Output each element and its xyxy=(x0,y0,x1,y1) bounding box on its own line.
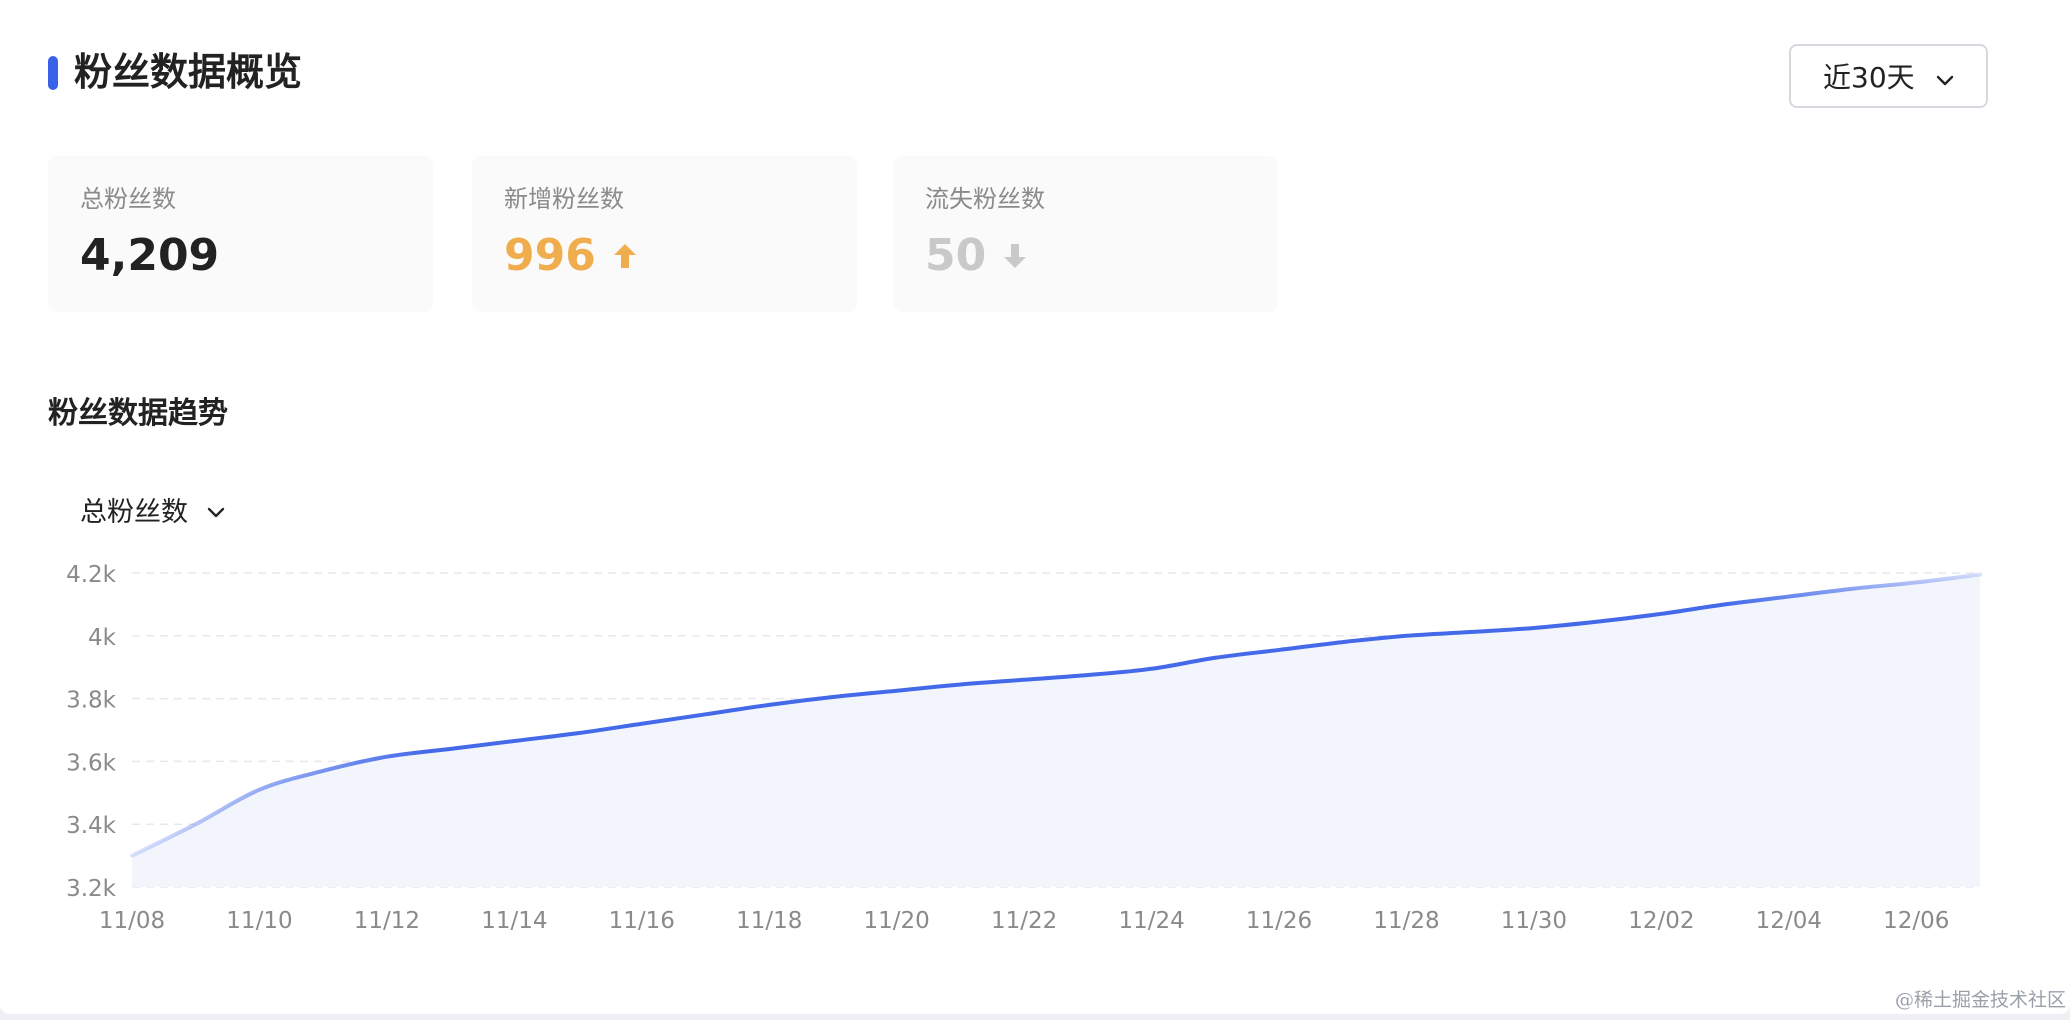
page-title: 粉丝数据概览 xyxy=(74,50,303,94)
stat-new-fans: 新增粉丝数 996 xyxy=(472,156,857,312)
data-point xyxy=(129,853,135,859)
data-point xyxy=(1021,677,1027,683)
stat-total-fans: 总粉丝数 4,209 xyxy=(48,156,433,312)
data-point xyxy=(1977,572,1983,578)
x-tick-label: 11/12 xyxy=(354,908,420,934)
chevron-down-icon xyxy=(1934,66,1956,99)
stat-number: 50 xyxy=(925,230,987,281)
data-point xyxy=(703,711,709,717)
y-tick-label: 3.6k xyxy=(66,750,117,776)
data-point xyxy=(448,746,454,752)
watermark: @稀土掘金技术社区 xyxy=(1894,989,2066,1011)
stat-value: 50 xyxy=(925,226,1028,286)
stat-label: 总粉丝数 xyxy=(80,185,176,213)
x-tick-label: 11/30 xyxy=(1501,908,1567,934)
y-tick-label: 3.2k xyxy=(66,876,117,902)
data-point xyxy=(1276,647,1282,653)
date-range-select[interactable]: 近30天 xyxy=(1789,44,1988,108)
x-tick-label: 11/18 xyxy=(736,908,802,934)
y-tick-label: 3.8k xyxy=(66,688,117,714)
data-point xyxy=(511,738,517,744)
data-point xyxy=(1149,666,1155,672)
data-point xyxy=(957,681,963,687)
data-point xyxy=(1403,633,1409,639)
x-tick-label: 12/02 xyxy=(1628,908,1694,934)
data-point xyxy=(384,754,390,760)
title-accent-bar xyxy=(48,56,58,90)
data-point xyxy=(1531,625,1537,631)
metric-select[interactable]: 总粉丝数 xyxy=(80,493,226,533)
data-point xyxy=(1658,611,1664,617)
x-tick-label: 11/20 xyxy=(864,908,930,934)
data-point xyxy=(1913,579,1919,585)
x-tick-label: 11/24 xyxy=(1118,908,1184,934)
data-point xyxy=(1340,639,1346,645)
x-tick-label: 11/14 xyxy=(481,908,547,934)
stat-number: 4,209 xyxy=(80,230,220,281)
data-point xyxy=(1085,672,1091,678)
x-tick-label: 11/26 xyxy=(1246,908,1312,934)
data-point xyxy=(1850,586,1856,592)
data-point xyxy=(1595,619,1601,625)
fans-overview-card: 粉丝数据概览 近30天 总粉丝数 4,209 新增粉丝数 996 流失粉丝数 5… xyxy=(0,0,2070,1014)
x-tick-label: 11/22 xyxy=(991,908,1057,934)
data-point xyxy=(193,821,199,827)
data-point xyxy=(830,694,836,700)
series-area xyxy=(132,574,1980,887)
arrow-down-icon xyxy=(1002,242,1028,270)
arrow-up-icon xyxy=(612,242,638,270)
data-point xyxy=(256,787,262,793)
x-tick-label: 11/28 xyxy=(1373,908,1439,934)
stat-label: 流失粉丝数 xyxy=(925,185,1045,213)
x-tick-label: 12/06 xyxy=(1883,908,1949,934)
data-point xyxy=(1722,601,1728,607)
trend-section-title: 粉丝数据趋势 xyxy=(48,396,228,431)
x-tick-label: 12/04 xyxy=(1756,908,1822,934)
y-tick-label: 3.4k xyxy=(66,813,117,839)
data-point xyxy=(766,702,772,708)
data-point xyxy=(1467,629,1473,635)
x-tick-label: 11/10 xyxy=(226,908,292,934)
metric-select-value: 总粉丝数 xyxy=(80,497,188,528)
data-point xyxy=(575,730,581,736)
fans-trend-chart: 3.2k 3.4k 3.6k 3.8k 4k 4.2k 11/08 11/10 11/12 11/… xyxy=(66,562,1983,934)
data-point xyxy=(1786,594,1792,600)
stat-label: 新增粉丝数 xyxy=(504,185,624,213)
stat-number: 996 xyxy=(504,230,596,281)
chevron-down-icon xyxy=(206,503,226,523)
x-tick-label: 11/08 xyxy=(99,908,165,934)
data-point xyxy=(639,721,645,727)
date-range-value: 近30天 xyxy=(1823,61,1915,94)
stat-value: 4,209 xyxy=(80,226,219,286)
y-tick-label: 4.2k xyxy=(66,562,117,588)
data-point xyxy=(894,688,900,694)
data-point xyxy=(1212,655,1218,661)
y-tick-label: 4k xyxy=(88,625,117,651)
stat-lost-fans: 流失粉丝数 50 xyxy=(893,156,1278,312)
x-tick-label: 11/16 xyxy=(609,908,675,934)
data-point xyxy=(320,768,326,774)
stat-value: 996 xyxy=(504,226,638,286)
